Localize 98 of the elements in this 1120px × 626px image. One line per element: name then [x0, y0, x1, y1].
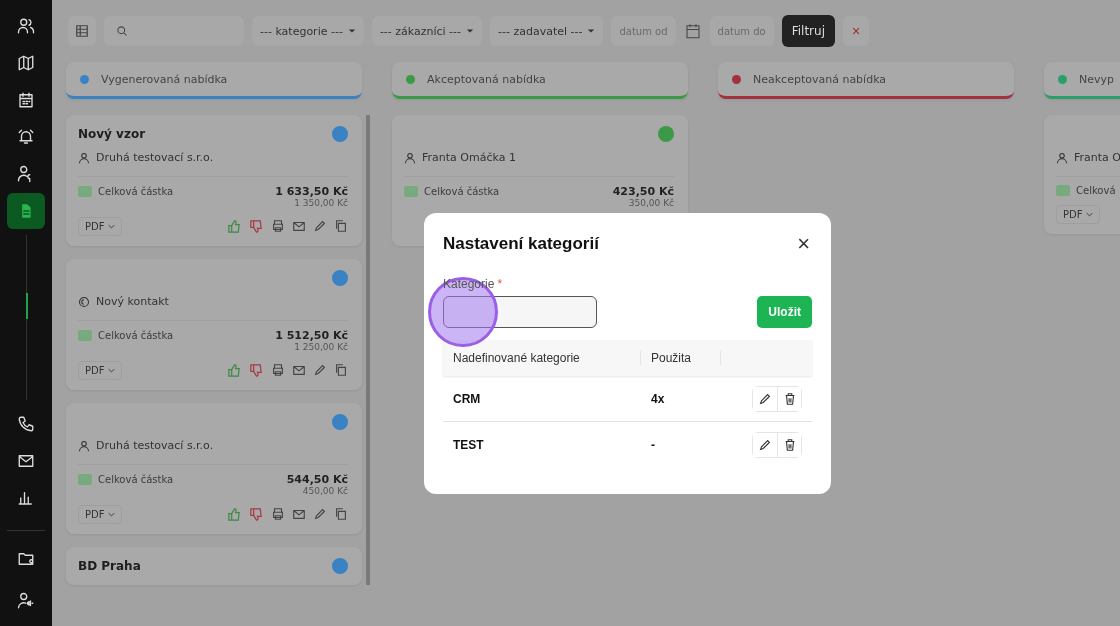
pdf-dropdown[interactable]: PDF — [78, 504, 123, 524]
filter-button[interactable]: Filtruj — [781, 15, 835, 47]
money-icon — [78, 474, 92, 485]
amount-label: Celková částka — [98, 474, 174, 485]
contact-name: Franta Omáčka 1 — [422, 151, 516, 164]
delete-button[interactable] — [777, 432, 801, 457]
thumbs-up-icon[interactable] — [227, 218, 242, 234]
contact-name: Druhá testovací s.r.o. — [96, 151, 214, 164]
person-icon — [404, 151, 416, 164]
offer-card[interactable]: Nový kontakt Celková částka 1 512,50 Kč 1 250,00 Kč PDF — [66, 259, 362, 390]
contact-name: Nový kontakt — [96, 295, 169, 308]
offer-card[interactable]: Franta O Celková PDF — [1044, 115, 1120, 234]
delete-button[interactable] — [777, 386, 801, 411]
amount-label: Celková částka — [424, 186, 500, 197]
total-amount: 1 633,50 Kč — [275, 185, 348, 198]
amount-label: Celková — [1076, 185, 1116, 196]
amount-label: Celková částka — [98, 186, 174, 197]
filter-select[interactable]: --- zákazníci --- — [371, 16, 483, 46]
offer-card[interactable]: BD Praha — [66, 547, 362, 585]
pencil-icon[interactable] — [313, 218, 327, 233]
thumbs-down-icon[interactable] — [249, 362, 264, 378]
chevron-down-icon — [108, 222, 116, 230]
printer-icon[interactable] — [271, 362, 285, 377]
chevron-down-icon — [1086, 210, 1094, 218]
table-cell-text: 4x — [650, 391, 666, 406]
pencil-icon[interactable] — [313, 362, 327, 377]
money-icon — [404, 186, 418, 197]
money-icon — [1056, 185, 1070, 196]
subtotal-amount: 1 250,00 Kč — [294, 342, 348, 352]
grid-button[interactable] — [68, 16, 96, 46]
column-header: Nadefinované kategorie — [443, 351, 641, 365]
person-icon — [78, 151, 90, 164]
contact-name: Druhá testovací s.r.o. — [96, 439, 214, 452]
mail-icon[interactable] — [17, 452, 35, 470]
thumbs-down-icon[interactable] — [249, 218, 264, 234]
total-amount: 1 512,50 Kč — [275, 329, 348, 342]
table-cell-text: TEST — [452, 437, 485, 452]
grid-icon — [75, 24, 89, 38]
folder-icon[interactable] — [17, 550, 35, 568]
thumbs-down-icon[interactable] — [249, 506, 264, 522]
calendar-icon — [17, 91, 35, 109]
caret-icon — [466, 27, 475, 35]
thumbs-up-icon[interactable] — [227, 362, 242, 378]
caret-icon — [347, 27, 356, 35]
printer-icon[interactable] — [271, 218, 285, 233]
person-icon — [78, 439, 90, 452]
pencil-icon — [758, 437, 772, 452]
users-icon — [17, 17, 35, 35]
copy-icon[interactable] — [334, 218, 348, 233]
clear-button[interactable]: × — [843, 16, 869, 46]
pencil-icon[interactable] — [313, 506, 327, 521]
phone-icon[interactable] — [17, 415, 35, 433]
alarm-icon — [17, 128, 35, 146]
pencil-icon — [758, 391, 772, 406]
map-icon — [17, 54, 35, 72]
pdf-dropdown[interactable]: PDF — [1056, 204, 1101, 224]
filter-select[interactable]: --- zadavatel --- — [490, 16, 604, 46]
column-title: Neakceptovaná nabídka — [753, 72, 887, 86]
pdf-dropdown[interactable]: PDF — [78, 216, 123, 236]
amount-label: Celková částka — [98, 330, 174, 341]
column-title: Nevyp — [1079, 72, 1114, 86]
total-amount: 544,50 Kč — [286, 473, 348, 486]
card-title: Nový vzor — [78, 127, 146, 141]
field-label: Kategorie — [443, 277, 495, 291]
chevron-down-icon — [108, 510, 116, 518]
copy-icon[interactable] — [334, 362, 348, 377]
copy-icon[interactable] — [334, 506, 348, 521]
pdf-dropdown[interactable]: PDF — [78, 360, 123, 380]
calendar-icon[interactable] — [683, 22, 702, 40]
person-icon — [1056, 151, 1068, 164]
user-settings-icon[interactable] — [17, 592, 35, 610]
column-title: Vygenerovaná nabídka — [101, 72, 228, 86]
subtotal-amount: 1 350,00 Kč — [294, 198, 348, 208]
subtotal-amount: 450,00 Kč — [302, 486, 348, 496]
filter-select[interactable]: --- kategorie --- — [252, 16, 364, 46]
offer-card[interactable]: Nový vzor Druhá testovací s.r.o. Celková částka 1 633,50 Kč 1 350,00 Kč PDF — [66, 115, 362, 246]
contact-name: Franta O — [1074, 151, 1120, 164]
close-button[interactable]: × — [795, 233, 812, 255]
column-header: Použita — [641, 351, 721, 365]
caret-icon — [587, 27, 596, 35]
search-field[interactable] — [104, 16, 244, 46]
search-icon — [116, 25, 128, 37]
total-amount: 423,50 Kč — [612, 185, 674, 198]
subtotal-amount: 350,00 Kč — [628, 198, 674, 208]
table-cell-text: - — [650, 437, 656, 452]
chevron-down-icon — [108, 366, 116, 374]
column-title: Akceptovaná nabídka — [427, 72, 546, 86]
card-title: BD Praha — [78, 559, 141, 573]
money-icon — [78, 330, 92, 341]
offer-card[interactable]: Druhá testovací s.r.o. Celková částka 544,50 Kč 450,00 Kč PDF — [66, 403, 362, 534]
required-mark: * — [497, 277, 503, 291]
table-cell-text: CRM — [452, 391, 482, 406]
bar-chart-icon[interactable] — [17, 489, 35, 507]
thumbs-up-icon[interactable] — [227, 506, 242, 522]
printer-icon[interactable] — [271, 506, 285, 521]
money-icon — [78, 186, 92, 197]
nav-button[interactable] — [7, 193, 45, 229]
category-input[interactable] — [443, 296, 597, 328]
